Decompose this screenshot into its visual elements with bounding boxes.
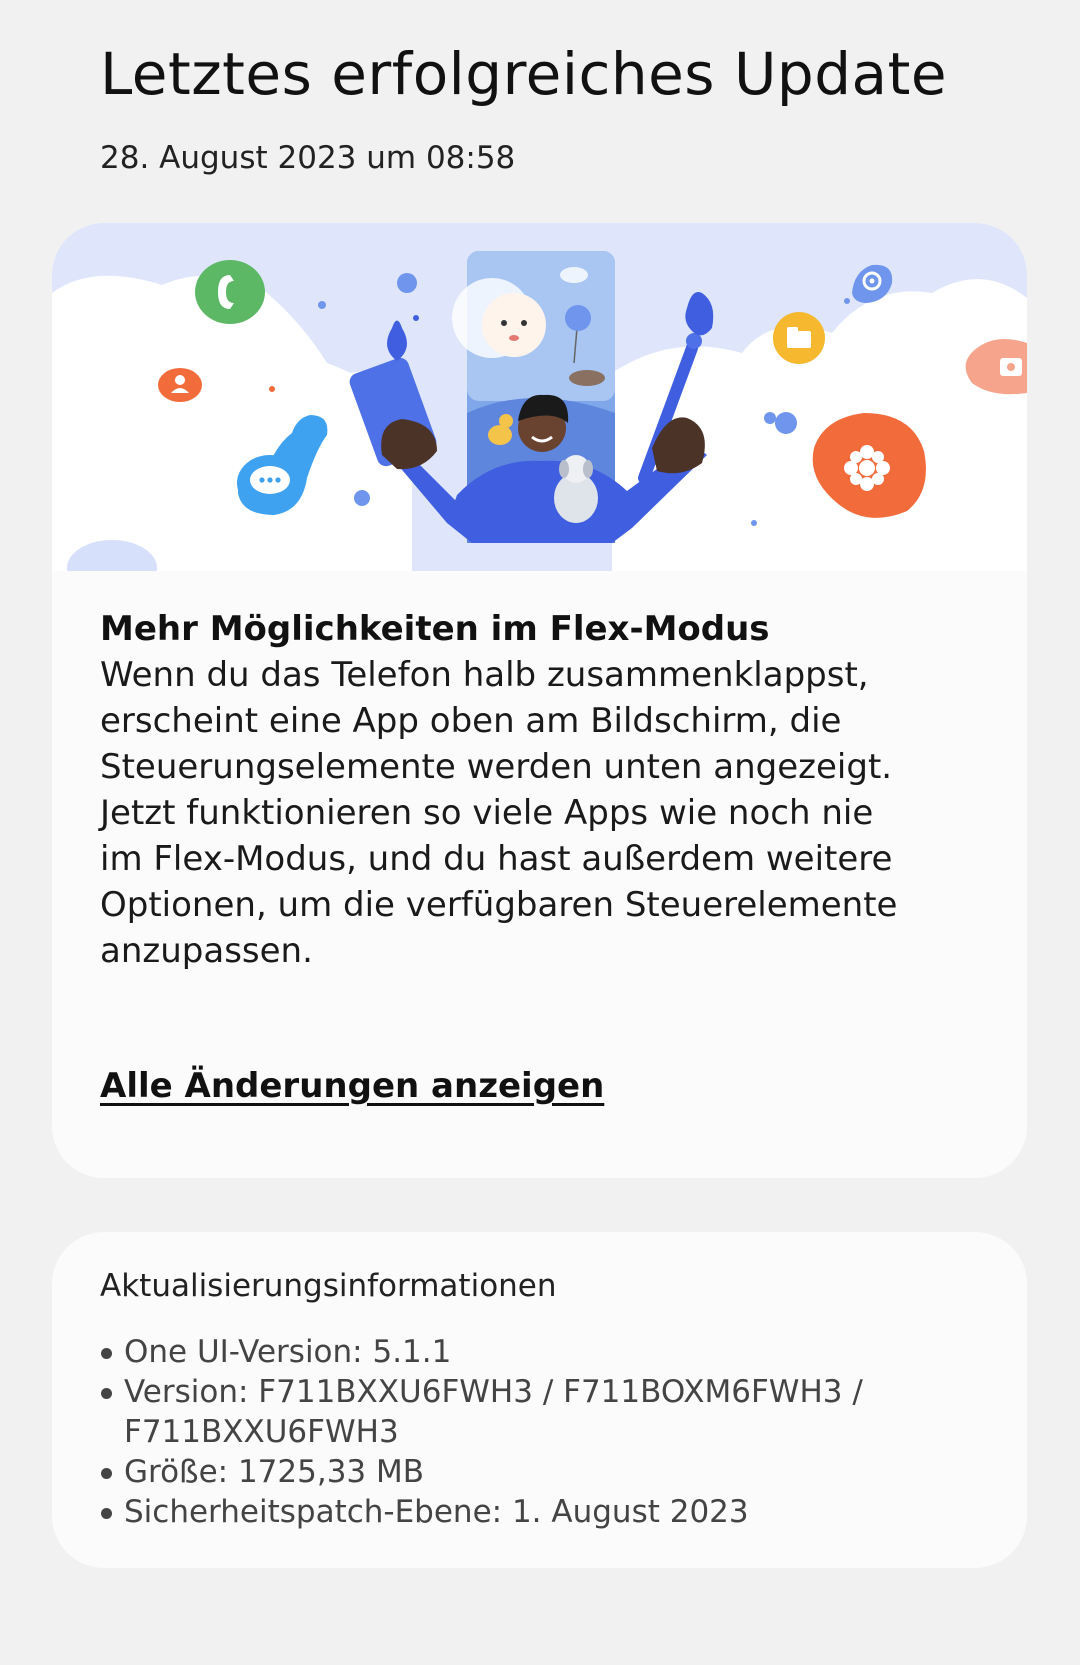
contact-app-icon [158,368,202,402]
page-title: Letztes erfolgreiches Update [100,40,948,108]
feature-description: Mehr Möglichkeiten im Flex-Modus Wenn du… [100,606,980,974]
show-all-changes-link[interactable]: Alle Änderungen anzeigen [100,1066,604,1106]
update-info-card: Aktualisierungsinformationen One UI-Vers… [52,1232,1027,1568]
update-info-list: One UI-Version: 5.1.1 Version: F711BXXU6… [100,1332,980,1532]
folder-app-icon [773,312,825,364]
info-item-ui-version: One UI-Version: 5.1.1 [100,1332,980,1372]
info-item-version: Version: F711BXXU6FWH3 / F711BOXM6FWH3 /… [100,1372,980,1452]
flex-mode-illustration [52,223,1027,571]
feature-title: Mehr Möglichkeiten im Flex-Modus [100,609,770,649]
feature-body: Wenn du das Telefon halb zusammenklappst… [100,655,898,971]
update-info-heading: Aktualisierungsinformationen [100,1268,557,1304]
feature-card: Mehr Möglichkeiten im Flex-Modus Wenn du… [52,223,1027,1178]
info-item-size: Größe: 1725,33 MB [100,1452,980,1492]
last-update-date: 28. August 2023 um 08:58 [100,140,516,176]
phone-app-icon [195,260,265,324]
info-item-security-patch: Sicherheitspatch-Ebene: 1. August 2023 [100,1492,980,1532]
